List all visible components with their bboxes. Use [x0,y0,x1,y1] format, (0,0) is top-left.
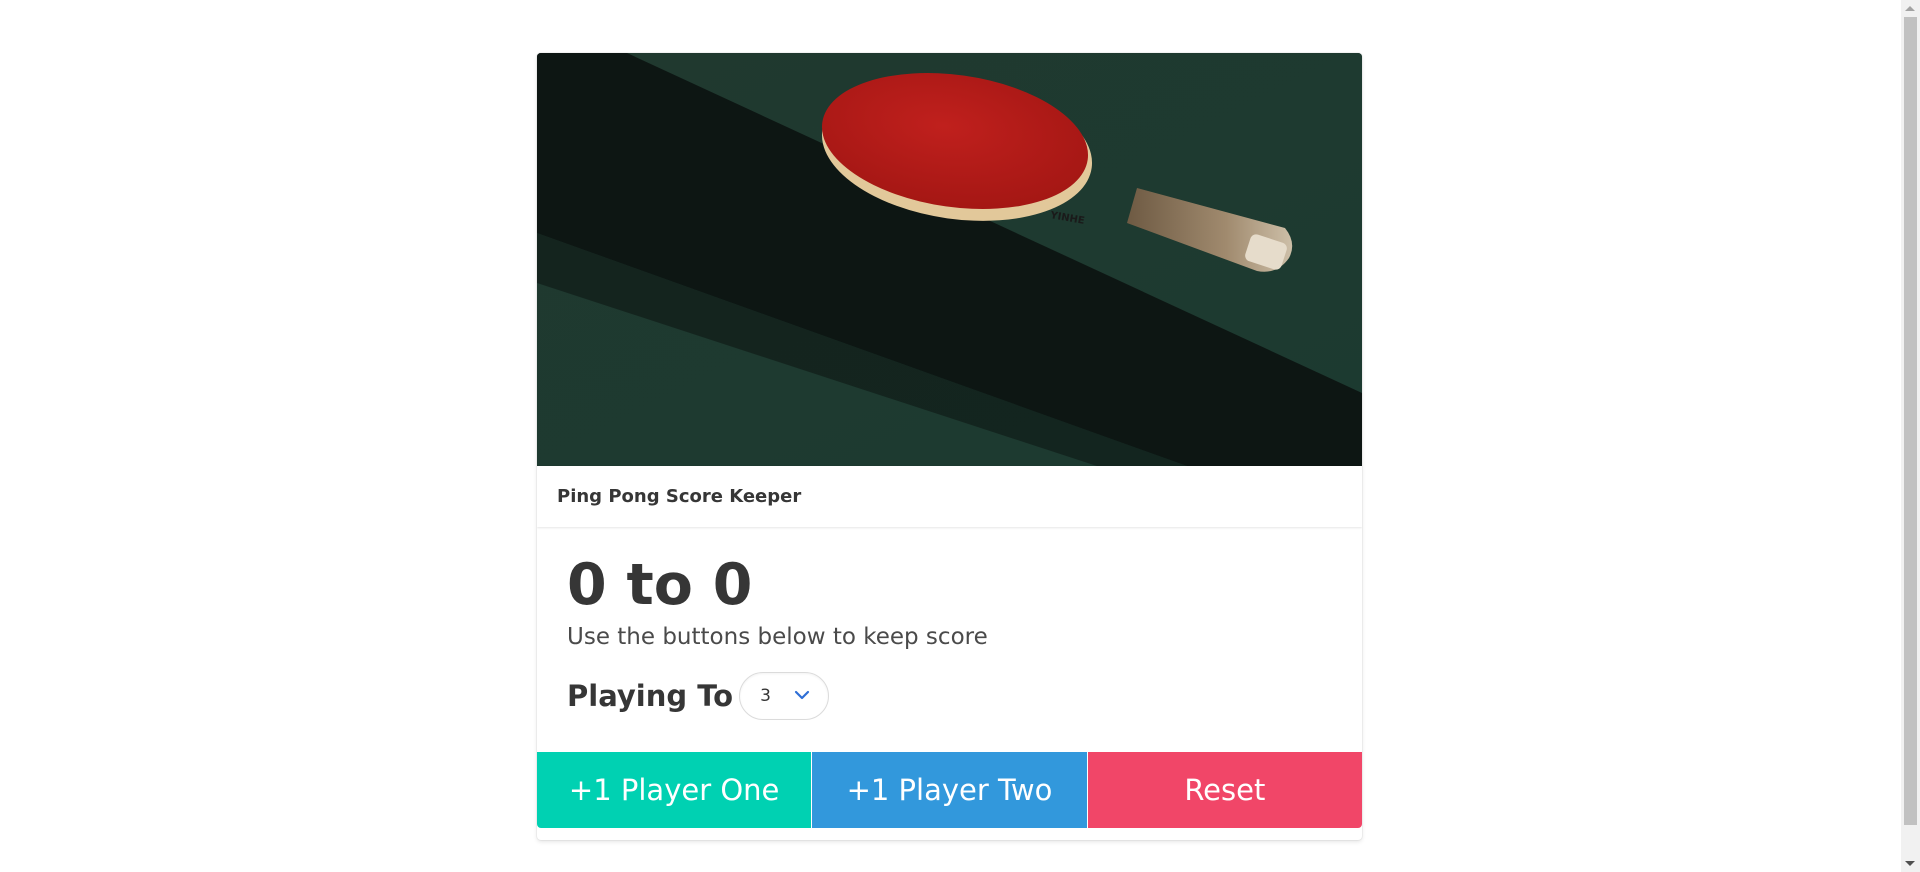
playing-to-row: Playing To 3 [567,672,1332,720]
card-title: Ping Pong Score Keeper [557,486,802,507]
score-display: 0 to 0 [567,552,753,618]
scroll-down-arrow-icon[interactable] [1905,861,1915,866]
page: YINHE Ping Pong Score Keeper 0 to 0 Use … [0,0,1920,872]
reset-button[interactable]: Reset [1087,752,1362,828]
scroll-thumb[interactable] [1904,17,1917,825]
player-two-button[interactable]: +1 Player Two [812,752,1087,828]
card-image: YINHE [537,53,1362,466]
scroll-up-arrow-icon[interactable] [1905,6,1915,11]
ping-pong-paddle-image: YINHE [537,53,1362,466]
winning-score-value: 3 [760,686,771,706]
instructions-text: Use the buttons below to keep score [567,624,988,650]
player-one-button[interactable]: +1 Player One [537,752,812,828]
card-content: 0 to 0 Use the buttons below to keep sco… [537,527,1362,729]
vertical-scrollbar[interactable] [1901,0,1920,872]
card-header: Ping Pong Score Keeper [537,466,1362,527]
winning-score-select[interactable]: 3 [739,672,830,720]
playing-to-label: Playing To [567,679,734,713]
score-keeper-card: YINHE Ping Pong Score Keeper 0 to 0 Use … [537,53,1362,840]
chevron-down-icon [794,690,810,700]
card-footer: +1 Player One +1 Player Two Reset [537,752,1362,828]
